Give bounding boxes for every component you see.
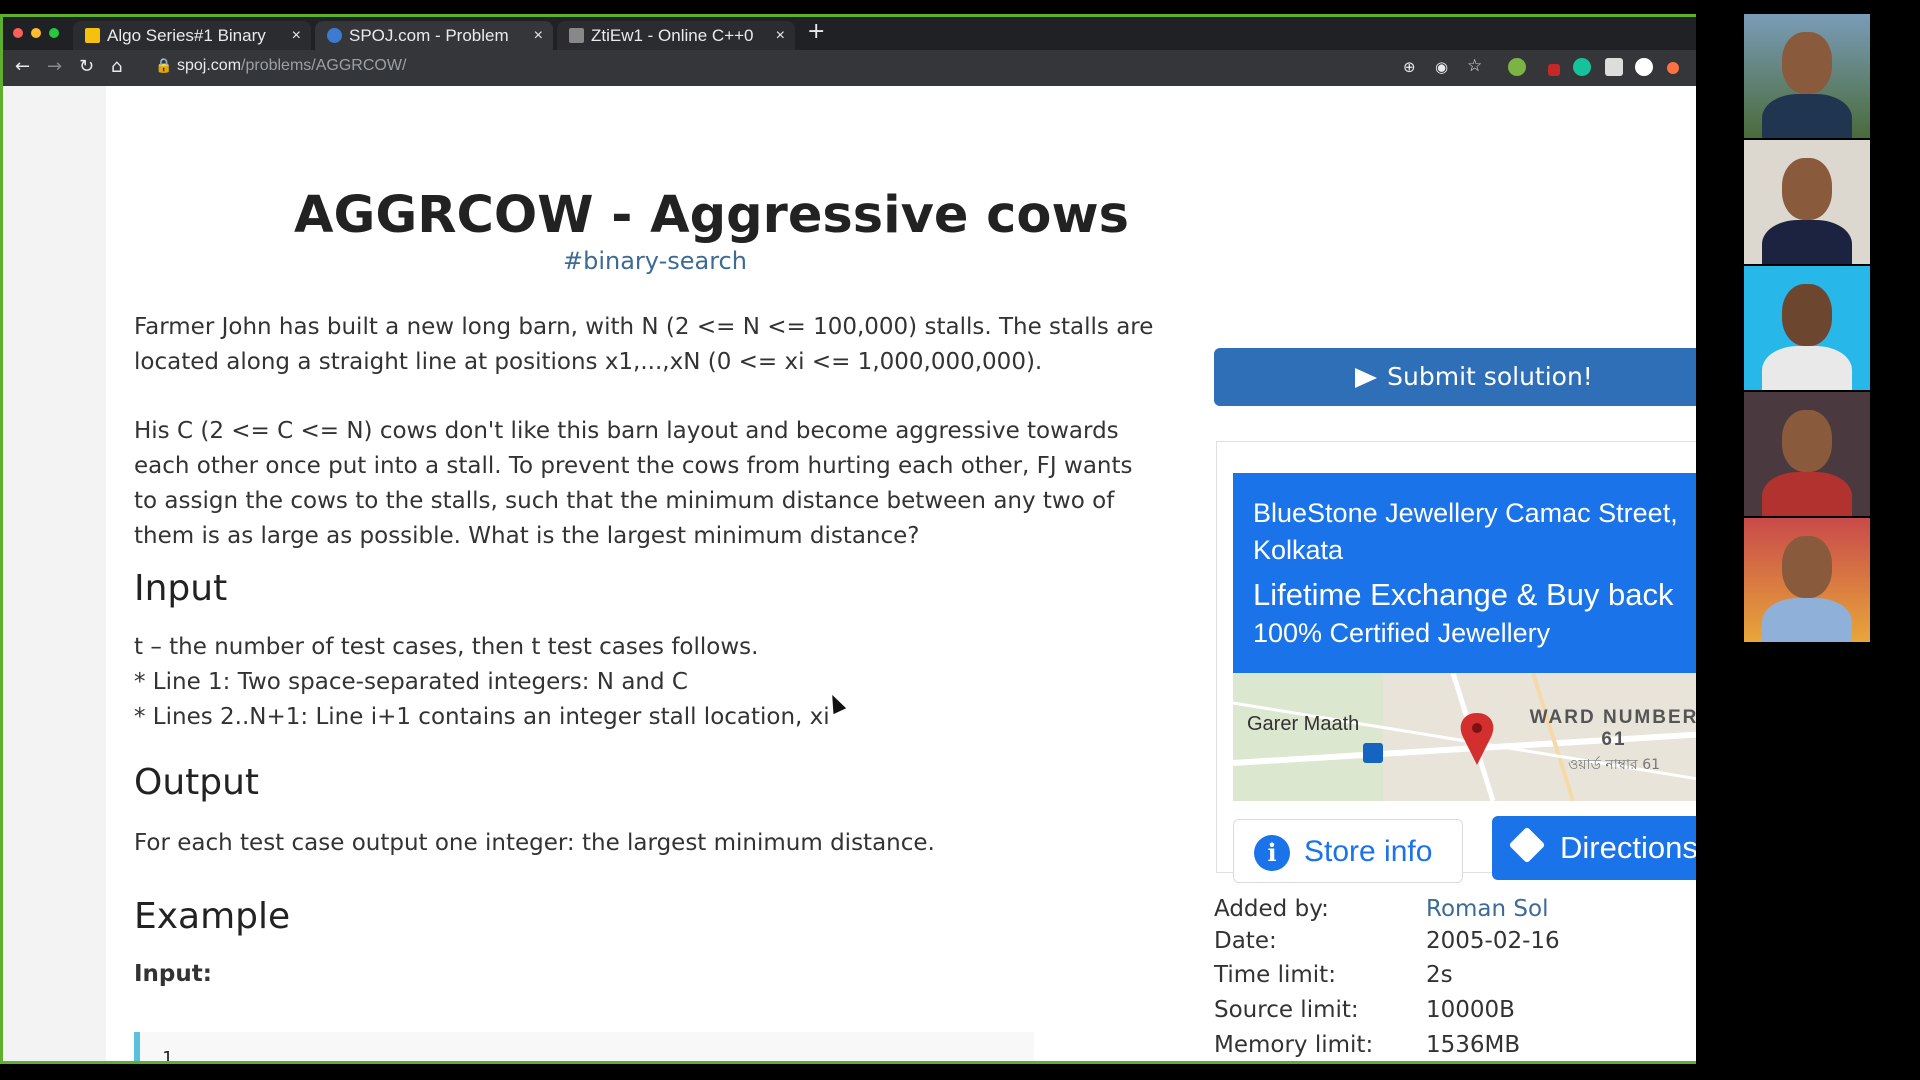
- extension-icon[interactable]: [1605, 58, 1623, 76]
- input-line: t – the number of test cases, then t tes…: [134, 634, 759, 660]
- participant-video[interactable]: [1744, 266, 1870, 390]
- meta-label: Date:: [1214, 928, 1277, 954]
- output-text: For each test case output one integer: t…: [134, 830, 935, 856]
- person-body: [1762, 472, 1852, 516]
- extension-badge-icon[interactable]: [1548, 64, 1560, 76]
- ad-store-name: BlueStone Jewellery Camac Street, Kolkat…: [1253, 498, 1678, 565]
- participant-video[interactable]: [1744, 140, 1870, 264]
- tab-label: Algo Series#1 Binary: [107, 26, 266, 45]
- profile-extension-icon[interactable]: [1635, 58, 1653, 76]
- meta-label: Added by:: [1214, 896, 1329, 922]
- avatar: [1782, 32, 1832, 94]
- meta-value: 2005-02-16: [1426, 928, 1560, 954]
- close-tab-icon[interactable]: ×: [534, 21, 543, 50]
- participant-video[interactable]: [1744, 392, 1870, 516]
- back-icon[interactable]: ←: [15, 56, 30, 77]
- input-heading: Input: [134, 568, 228, 609]
- input-lines: t – the number of test cases, then t tes…: [134, 630, 1154, 735]
- extension-icon[interactable]: [1508, 58, 1526, 76]
- map-label: WARD NUMBER 61: [1529, 707, 1696, 750]
- url-path: /problems/AGGRCOW/: [241, 57, 407, 74]
- close-tab-icon[interactable]: ×: [776, 21, 785, 50]
- directions-button[interactable]: Directions: [1492, 816, 1696, 880]
- browser-toolbar: ← → ↻ ⌂ 🔒 spoj.com/problems/AGGRCOW/ ⊕ ◉…: [3, 50, 1696, 86]
- metro-icon: [1363, 743, 1383, 763]
- map-label: ওয়ার্ড নাম্বার 61: [1567, 757, 1661, 773]
- map-label: Garer Maath: [1247, 713, 1360, 735]
- address-bar[interactable]: 🔒 spoj.com/problems/AGGRCOW/: [149, 55, 1389, 81]
- slides-icon: [85, 28, 100, 43]
- page-title: AGGRCOW - Aggressive cows: [294, 186, 1129, 246]
- close-window-button[interactable]: [13, 28, 23, 38]
- example-heading: Example: [134, 896, 291, 937]
- reload-icon[interactable]: ↻: [79, 56, 94, 77]
- meta-value: 1536MB: [1426, 1032, 1521, 1058]
- avatar: [1782, 536, 1832, 598]
- sample-input-block: 1: [134, 1032, 1034, 1064]
- author-link[interactable]: Roman Sol: [1426, 896, 1548, 922]
- submit-solution-button[interactable]: Submit solution!: [1214, 348, 1696, 406]
- browser-window: Algo Series#1 Binary × SPOJ.com - Proble…: [0, 14, 1696, 1064]
- avatar: [1782, 410, 1832, 472]
- tab-bar: Algo Series#1 Binary × SPOJ.com - Proble…: [3, 17, 1696, 50]
- problem-content: AGGRCOW - Aggressive cows #binary-search…: [106, 86, 1696, 1064]
- directions-label: Directions: [1560, 830, 1696, 865]
- statement-paragraph: Farmer John has built a new long barn, w…: [134, 314, 1154, 375]
- meta-label: Time limit:: [1214, 962, 1336, 988]
- paper-plane-icon: [1355, 368, 1378, 388]
- tab-label: SPOJ.com - Problem: [349, 26, 509, 45]
- store-info-label: Store info: [1304, 835, 1433, 868]
- forward-icon[interactable]: →: [47, 56, 62, 77]
- compiler-icon: [569, 28, 584, 43]
- bottom-bar: [0, 1064, 1920, 1080]
- avatar: [1782, 284, 1832, 346]
- example-input-label: Input:: [134, 961, 212, 987]
- grammarly-icon[interactable]: [1573, 58, 1591, 76]
- tab-algo-series[interactable]: Algo Series#1 Binary ×: [73, 21, 311, 50]
- ad-offer: Lifetime Exchange & Buy back: [1253, 577, 1674, 612]
- extension-icon[interactable]: [1667, 62, 1679, 74]
- submit-label: Submit solution!: [1387, 362, 1593, 391]
- bookmark-star-icon[interactable]: ☆: [1467, 56, 1482, 76]
- hidden-eye-icon[interactable]: ◉: [1435, 58, 1448, 76]
- person-body: [1762, 598, 1852, 642]
- home-icon[interactable]: ⌂: [111, 56, 122, 77]
- meta-value: 10000B: [1426, 997, 1515, 1023]
- sample-line: 1: [162, 1048, 173, 1064]
- url-host: spoj.com: [177, 57, 242, 74]
- tab-online-cpp[interactable]: ZtiEw1 - Online C++0 ×: [557, 21, 795, 50]
- minimize-window-button[interactable]: [31, 28, 41, 38]
- directions-icon: [1508, 826, 1546, 864]
- input-line: * Line 1: Two space-separated integers: …: [134, 669, 688, 695]
- lock-icon: 🔒: [155, 58, 173, 74]
- store-info-button[interactable]: i Store info: [1233, 819, 1463, 883]
- zoom-icon[interactable]: ⊕: [1403, 58, 1416, 76]
- person-body: [1762, 94, 1852, 138]
- output-heading: Output: [134, 762, 260, 803]
- close-tab-icon[interactable]: ×: [292, 21, 301, 50]
- participant-video[interactable]: [1744, 518, 1870, 642]
- page-viewport: AGGRCOW - Aggressive cows #binary-search…: [3, 86, 1696, 1064]
- video-participants-panel: [1696, 14, 1920, 644]
- ad-map[interactable]: Garer Maath WARD NUMBER 61 ওয়ার্ড নাম্ব…: [1233, 673, 1696, 801]
- avatar: [1782, 158, 1832, 220]
- tab-label: ZtiEw1 - Online C++0: [591, 26, 754, 45]
- info-icon: i: [1254, 835, 1290, 871]
- person-body: [1762, 220, 1852, 264]
- ad-banner[interactable]: BlueStone Jewellery Camac Street, Kolkat…: [1233, 473, 1696, 673]
- meta-label: Memory limit:: [1214, 1032, 1374, 1058]
- tag-link[interactable]: #binary-search: [563, 247, 747, 275]
- spoj-icon: [327, 28, 342, 43]
- ad-subtitle: 100% Certified Jewellery: [1253, 618, 1551, 648]
- new-tab-icon[interactable]: +: [807, 19, 825, 44]
- tab-spoj[interactable]: SPOJ.com - Problem ×: [315, 21, 553, 50]
- person-body: [1762, 346, 1852, 390]
- meta-value: 2s: [1426, 962, 1453, 988]
- input-line: * Lines 2..N+1: Line i+1 contains an int…: [134, 704, 830, 730]
- maximize-window-button[interactable]: [49, 28, 59, 38]
- statement-paragraph: His C (2 <= C <= N) cows don't like this…: [134, 418, 1133, 549]
- participant-video[interactable]: [1744, 14, 1870, 138]
- meta-label: Source limit:: [1214, 997, 1359, 1023]
